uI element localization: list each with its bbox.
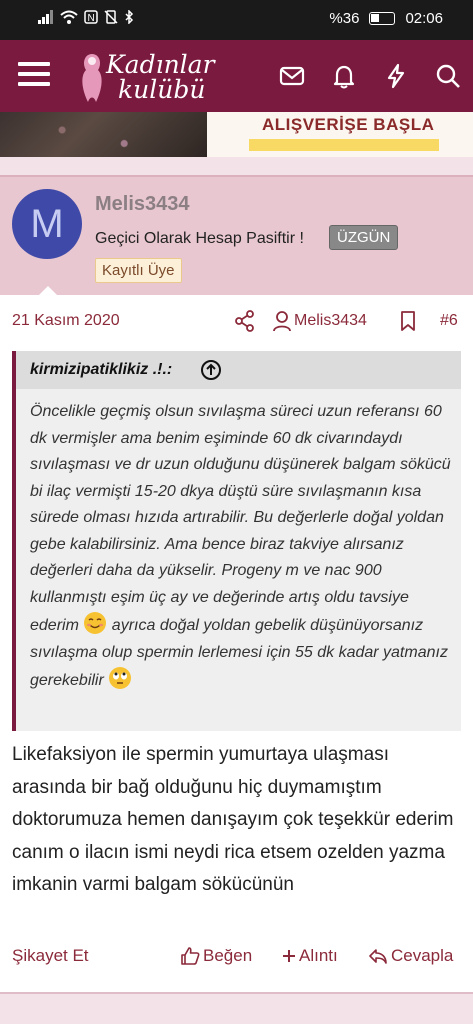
bluetooth-icon (125, 10, 134, 24)
user-rank-badge: Kayıtlı Üye (95, 258, 182, 283)
bookmark-icon[interactable] (398, 310, 418, 332)
user-icon (273, 311, 291, 332)
post-actions: Şikayet Et Beğen Alıntı Cevapla (0, 942, 473, 972)
user-title: Geçici Olarak Hesap Pasiftir ! (95, 230, 304, 247)
svg-text:N: N (88, 13, 95, 24)
ad-banner[interactable]: ALIŞVERİŞE BAŞLA (0, 112, 473, 157)
banner-image (0, 112, 207, 157)
like-button[interactable]: Beğen (180, 946, 252, 966)
reply-button[interactable]: Cevapla (368, 946, 453, 966)
quote-header: kirmizipatiklikiz .!.: (16, 351, 461, 389)
arrow-up-circle-icon[interactable] (200, 359, 222, 381)
logo-text-line2: kulübü (118, 75, 206, 104)
reply-icon (369, 949, 387, 964)
section-gap (0, 157, 473, 175)
mail-icon[interactable] (278, 62, 306, 90)
avatar[interactable]: M (12, 189, 82, 259)
post: 21 Kasım 2020 Melis3434 #6 kirmizipatikl… (0, 297, 473, 992)
status-icons-right: %36 02:06 (329, 10, 443, 27)
bell-icon[interactable] (330, 62, 358, 90)
post-author[interactable]: Melis3434 (294, 312, 367, 330)
quote-text-part1: Öncelikle geçmiş olsun sıvılaşma süreci … (30, 403, 451, 634)
status-icons-left: N (38, 10, 134, 24)
quote-author[interactable]: kirmizipatiklikiz .!.: (30, 361, 172, 379)
like-label: Beğen (203, 946, 253, 965)
plus-icon (283, 950, 295, 962)
hamburger-menu-icon[interactable] (18, 62, 50, 88)
share-icon[interactable] (235, 310, 255, 332)
logo-woman-icon (82, 54, 102, 102)
wifi-icon (60, 10, 78, 24)
post-date[interactable]: 21 Kasım 2020 (12, 312, 120, 330)
next-post-separator (0, 992, 473, 1024)
clock: 02:06 (405, 10, 443, 27)
quote-button[interactable]: Alıntı (282, 946, 338, 966)
post-meta: 21 Kasım 2020 Melis3434 #6 (0, 297, 473, 345)
eye-roll-emoji-icon (109, 667, 132, 689)
reply-label: Cevapla (391, 946, 454, 965)
signal-icon (38, 10, 53, 24)
quote-block: kirmizipatiklikiz .!.: Öncelikle geçmiş … (12, 351, 461, 731)
report-label: Şikayet Et (12, 946, 89, 965)
banner-highlight (249, 139, 439, 151)
app-bar: Kadınlar kulübü (0, 40, 473, 112)
quote-text: Öncelikle geçmiş olsun sıvılaşma süreci … (30, 399, 460, 695)
battery-icon (369, 12, 396, 25)
thumbs-up-icon (181, 947, 200, 965)
post-message: Likefaksiyon ile spermin yumurtaya ulaşm… (12, 744, 454, 895)
site-logo[interactable]: Kadınlar kulübü (78, 48, 228, 106)
search-icon[interactable] (434, 62, 462, 90)
status-bar: N %36 02:06 (0, 0, 473, 40)
bolt-icon[interactable] (382, 62, 410, 90)
silent-icon (104, 10, 118, 24)
nfc-icon: N (84, 10, 98, 24)
battery-percent: %36 (329, 10, 360, 27)
user-banner-badge: ÜZGÜN (329, 225, 399, 250)
avatar-letter: M (30, 201, 64, 246)
report-button[interactable]: Şikayet Et (12, 946, 89, 966)
banner-text: ALIŞVERİŞE BAŞLA (262, 115, 435, 134)
quote-label: Alıntı (299, 946, 338, 965)
post-user-block: M Melis3434 Geçici Olarak Hesap Pasiftir… (0, 175, 473, 295)
smiling-emoji-icon (84, 612, 107, 634)
username-link[interactable]: Melis3434 (95, 193, 190, 216)
post-number[interactable]: #6 (440, 312, 458, 330)
